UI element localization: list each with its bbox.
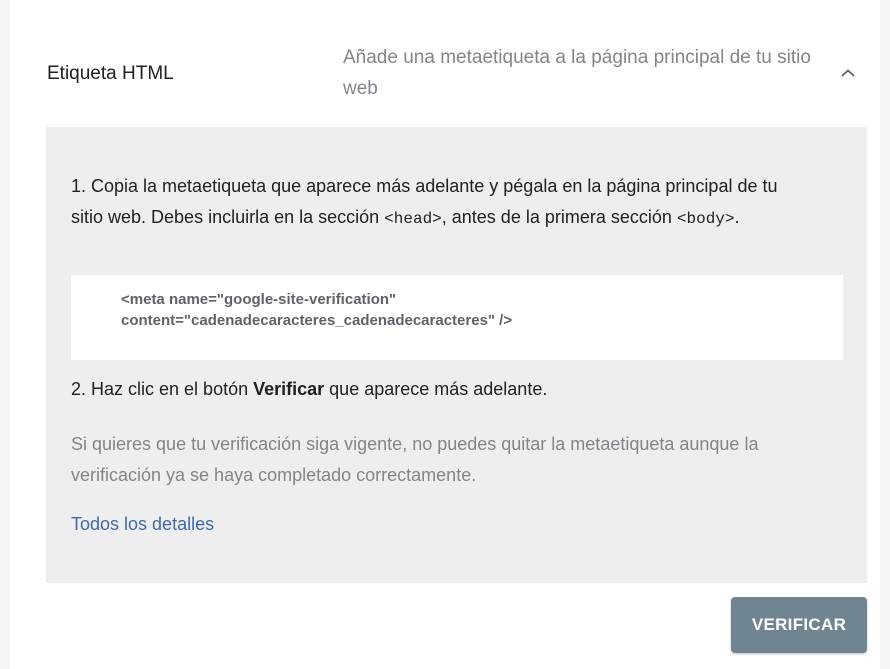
- body-tag-code: <body>: [676, 210, 735, 228]
- step-1-part-c: .: [734, 207, 740, 227]
- step-1-part-b: , antes de la primera sección: [441, 207, 677, 227]
- step-2-text: 2. Haz clic en el botón Verificar que ap…: [71, 374, 801, 405]
- meta-tag-code-box[interactable]: <meta name="google-site-verification" con…: [71, 275, 843, 360]
- method-header[interactable]: Etiqueta HTML Añade una metaetiqueta a l…: [10, 0, 880, 125]
- step-1-text: 1. Copia la metaetiqueta que aparece más…: [71, 171, 801, 235]
- step-2-verify-word: Verificar: [253, 379, 325, 399]
- meta-tag-line-1: <meta name="google-site-verification": [121, 291, 397, 308]
- method-title: Etiqueta HTML: [47, 63, 174, 84]
- chevron-up-icon: [840, 65, 856, 83]
- collapse-button[interactable]: [830, 56, 866, 92]
- instructions-panel: 1. Copia la metaetiqueta que aparece más…: [46, 127, 867, 583]
- step-2-part-a: 2. Haz clic en el botón: [71, 379, 254, 399]
- meta-tag-code[interactable]: <meta name="google-site-verification" con…: [121, 289, 512, 331]
- head-tag-code: <head>: [384, 210, 442, 228]
- verify-button[interactable]: VERIFICAR: [731, 597, 867, 653]
- method-description: Añade una metaetiqueta a la página princ…: [343, 47, 811, 99]
- verification-method-card: Etiqueta HTML Añade una metaetiqueta a l…: [10, 0, 880, 669]
- step-2-part-b: que aparece más adelante.: [324, 379, 548, 399]
- meta-tag-line-2: content="cadenadecaracteres_cadenadecara…: [121, 312, 513, 329]
- verification-note: Si quieres que tu verificación siga vige…: [71, 434, 759, 485]
- all-details-link[interactable]: Todos los detalles: [71, 514, 214, 535]
